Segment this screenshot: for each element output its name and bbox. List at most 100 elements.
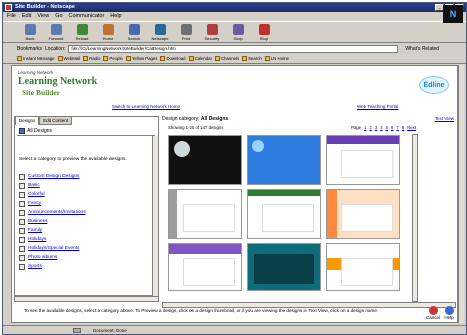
page-link[interactable]: 1 [364, 125, 366, 132]
personal-toolbar-link[interactable]: Yellow Pages [125, 56, 157, 61]
thumbnail-accent [169, 244, 241, 254]
page-link[interactable]: Next [407, 125, 416, 132]
personal-toolbar-link[interactable]: Search [242, 56, 262, 61]
page-link[interactable]: 2 [369, 125, 371, 132]
design-thumbnail-teal-block[interactable] [247, 243, 321, 291]
category-panel: Designs Edit Content All Designs Select … [14, 116, 159, 296]
nav-search-button[interactable]: Search [123, 22, 145, 42]
category-item[interactable]: Holidays/Special Events [19, 244, 149, 253]
menu-communicator[interactable]: Communicator [69, 12, 105, 21]
nav-home-button[interactable]: Home [97, 22, 119, 42]
nav-label: Netscape [151, 36, 169, 41]
personal-toolbar-link[interactable]: Radio [83, 56, 100, 61]
cancel-button[interactable]: Cancel [426, 306, 440, 320]
page-link[interactable]: 5 [386, 125, 388, 132]
category-prompt: Select a category to preview the availab… [19, 157, 127, 162]
category-item[interactable]: Business [19, 217, 149, 226]
nav-label: Stop [259, 36, 269, 41]
category-scrollbar[interactable] [152, 136, 158, 296]
personal-toolbar-label: Search [248, 56, 262, 61]
tab-edit-content[interactable]: Edit Content [39, 116, 73, 125]
category-item[interactable]: Announcements/Invitations [19, 208, 149, 217]
design-thumbnail-orange-red[interactable] [326, 243, 400, 291]
category-link[interactable]: Colorful [28, 192, 45, 197]
personal-toolbar-link[interactable]: Download [160, 56, 186, 61]
nav-stop-button[interactable]: Stop [253, 22, 275, 42]
tab-designs[interactable]: Designs [15, 116, 40, 125]
personal-toolbar-link[interactable]: Instant Message [17, 56, 55, 61]
menu-file[interactable]: File [7, 12, 16, 21]
app-icon [5, 4, 12, 11]
designs-vscrollbar[interactable] [412, 134, 418, 302]
page-link[interactable]: 6 [391, 125, 393, 132]
menu-go[interactable]: Go [55, 12, 62, 21]
category-link[interactable]: Family [28, 228, 42, 233]
category-item[interactable]: Basic [19, 181, 149, 190]
home-link[interactable]: Switch to Learning Network Home [112, 104, 180, 109]
category-item[interactable]: Colorful [19, 190, 149, 199]
category-item[interactable]: Photo albums [19, 253, 149, 262]
brand-subtitle: Site Builder [22, 88, 61, 97]
category-item[interactable]: Holidays [19, 235, 149, 244]
category-link[interactable]: Basic [28, 183, 40, 188]
category-link[interactable]: Announcements/Invitations [28, 210, 86, 215]
url-input[interactable] [68, 44, 399, 53]
bookmark-icon [242, 56, 248, 61]
design-thumbnail-gray-border[interactable] [168, 189, 242, 239]
design-thumbnail-green-frame[interactable] [247, 189, 321, 239]
personal-toolbar-label: Download [166, 56, 186, 61]
home-icon [102, 24, 114, 35]
nav-shop-button[interactable]: Shop [227, 22, 249, 42]
nav-print-button[interactable]: Print [175, 22, 197, 42]
page-vscrollbar[interactable] [458, 65, 464, 323]
category-item[interactable]: Custom Design Designs [19, 172, 149, 181]
nav-reload-button[interactable]: Reload [71, 22, 93, 42]
menu-bar: File Edit View Go Communicator Help [3, 12, 466, 21]
category-link[interactable]: Photo albums [28, 255, 57, 260]
personal-toolbar-link[interactable]: LN Home [264, 56, 289, 61]
category-icon [19, 218, 25, 225]
all-designs-item[interactable]: All Designs [17, 126, 155, 136]
design-thumbnail-purple-wave[interactable] [168, 243, 242, 291]
category-link[interactable]: Custom Design Designs [28, 174, 79, 179]
personal-toolbar-link[interactable]: Calendar [188, 56, 212, 61]
category-item[interactable]: Family [19, 226, 149, 235]
category-item[interactable]: Fancy [19, 199, 149, 208]
category-hscrollbar[interactable] [14, 296, 159, 302]
category-link[interactable]: Holidays/Special Events [28, 246, 79, 251]
nav-forward-button[interactable]: Forward [45, 22, 67, 42]
page-link[interactable]: 4 [380, 125, 382, 132]
partner-logo[interactable]: Edline [419, 76, 449, 94]
page-link[interactable]: 3 [375, 125, 377, 132]
design-thumbnail-purple-frame[interactable] [326, 135, 400, 185]
thumbnail-content-box [262, 204, 314, 232]
nav-security-button[interactable]: Security [201, 22, 223, 42]
design-thumbnail-blue-circles[interactable] [247, 135, 321, 185]
nav-back-button[interactable]: Back [19, 22, 41, 42]
nav-netscape-button[interactable]: Netscape [149, 22, 171, 42]
design-thumbnail-orange-peach[interactable] [326, 189, 400, 239]
browser-window: Site Builder - Netscape _ □ × File Edit … [2, 2, 467, 335]
thumbnail-content-box [341, 258, 393, 286]
design-thumbnail-dark-dots[interactable] [168, 135, 242, 185]
whats-related-button[interactable]: What's Related [405, 46, 439, 52]
page-link[interactable]: 8 [402, 125, 404, 132]
personal-toolbar-link[interactable]: WebMail [57, 56, 80, 61]
personal-toolbar-label: LN Home [270, 56, 289, 61]
page-link[interactable]: 7 [396, 125, 398, 132]
category-item[interactable]: Sports [19, 262, 149, 271]
menu-help[interactable]: Help [110, 12, 121, 21]
portal-link[interactable]: Web Teaching Portal [357, 104, 398, 109]
bookmark-icon [264, 56, 270, 61]
help-button[interactable]: Help [442, 306, 456, 320]
personal-toolbar-link[interactable]: People [103, 56, 123, 61]
category-link[interactable]: Holidays [28, 237, 46, 242]
category-link[interactable]: Sports [28, 264, 42, 269]
category-link[interactable]: Fancy [28, 201, 41, 206]
category-link[interactable]: Business [28, 219, 47, 224]
personal-toolbar-link[interactable]: Channels [215, 56, 239, 61]
menu-edit[interactable]: Edit [22, 12, 31, 21]
menu-view[interactable]: View [37, 12, 49, 21]
text-view-link[interactable]: Text View [435, 116, 454, 121]
bookmarks-button[interactable]: Bookmarks [17, 46, 42, 52]
